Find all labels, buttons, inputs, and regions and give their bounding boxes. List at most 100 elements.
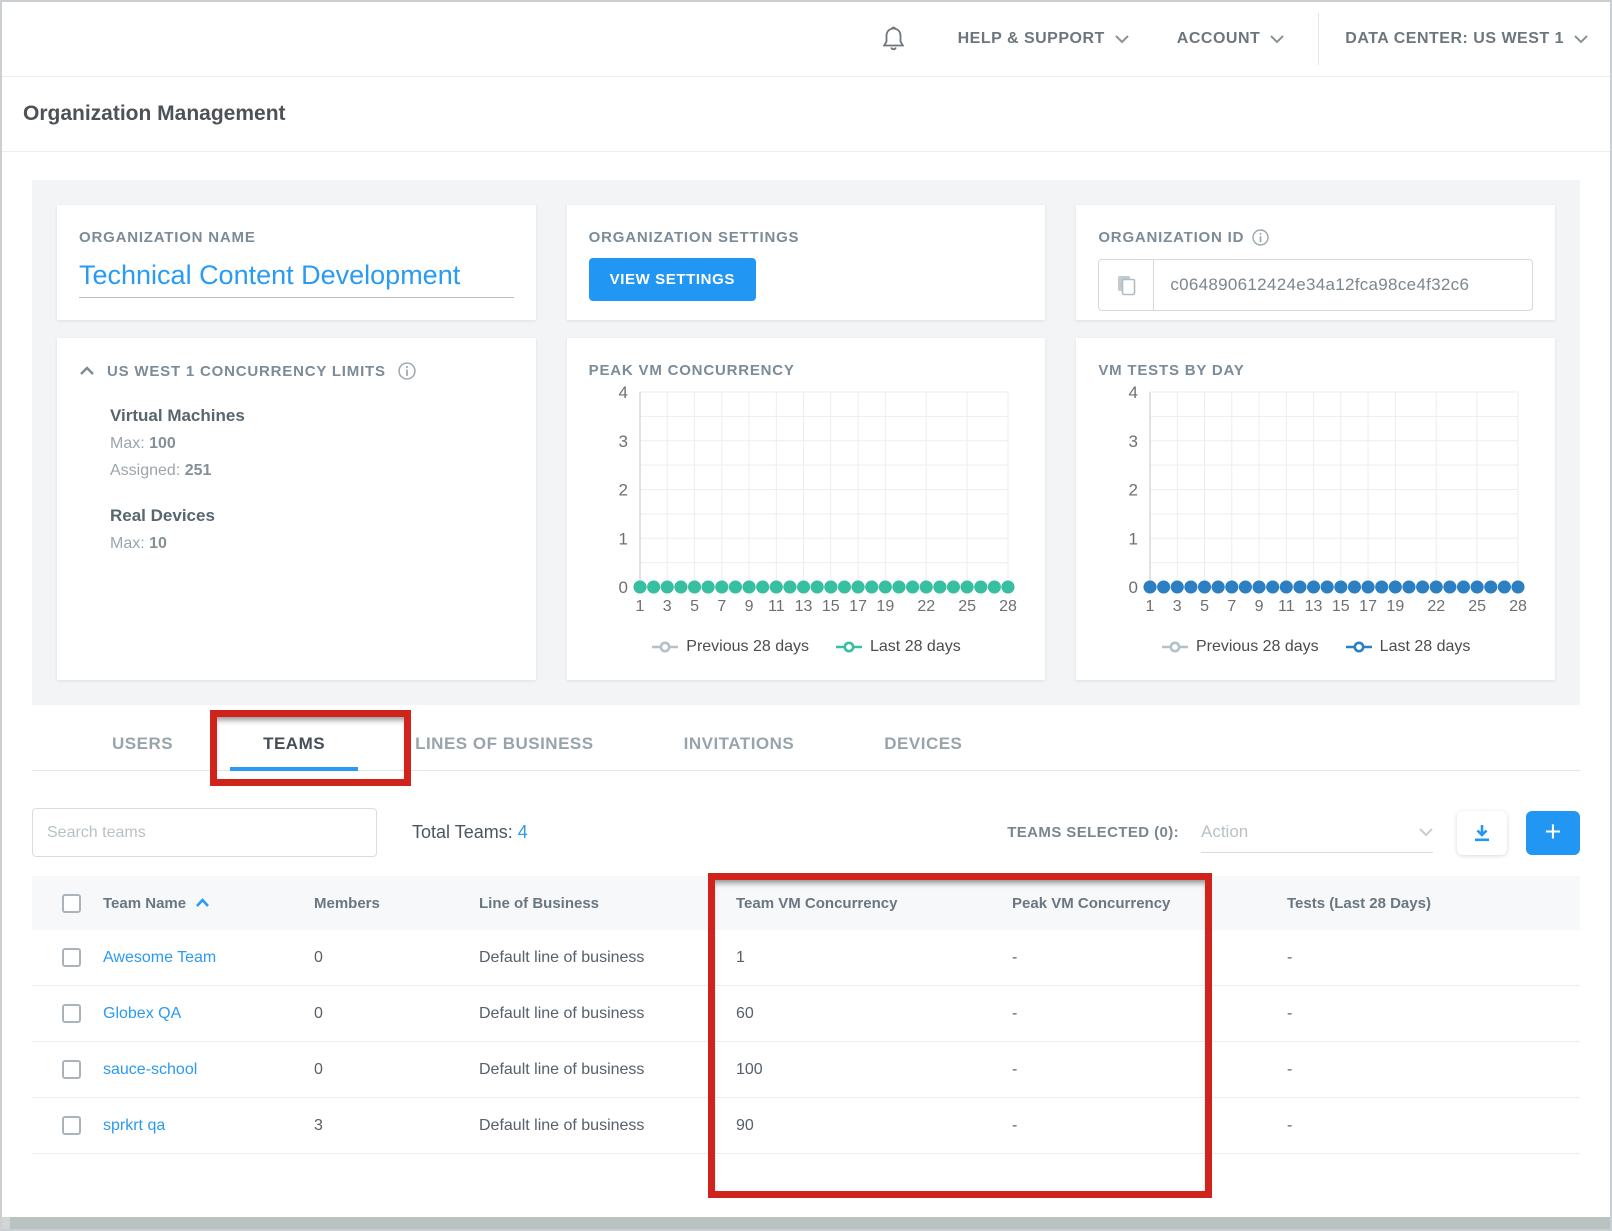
tab-lines-of-business[interactable]: LINES OF BUSINESS: [370, 717, 639, 770]
organization-name-value[interactable]: Technical Content Development: [79, 260, 514, 298]
column-header-team-name[interactable]: Team Name: [103, 895, 314, 912]
select-all-checkbox[interactable]: [62, 894, 81, 913]
organization-settings-label: ORGANIZATION SETTINGS: [589, 229, 1024, 246]
concurrency-value-line: Max: 10: [110, 535, 514, 553]
team-vm-concurrency-cell: 1: [736, 949, 1012, 967]
concurrency-section-heading: Virtual Machines: [110, 406, 514, 426]
tab-invitations[interactable]: INVITATIONS: [639, 717, 840, 770]
svg-text:13: 13: [795, 598, 813, 615]
concurrency-section: Virtual MachinesMax: 100Assigned: 251: [110, 406, 514, 480]
svg-text:5: 5: [1200, 598, 1209, 615]
legend-label: Previous 28 days: [1196, 638, 1319, 656]
column-header-team-vm-concurrency[interactable]: Team VM Concurrency: [736, 895, 1012, 912]
tab-devices[interactable]: DEVICES: [839, 717, 1007, 770]
tab-label: LINES OF BUSINESS: [415, 734, 594, 754]
legend-item[interactable]: Last 28 days: [1345, 638, 1471, 656]
legend-item[interactable]: Last 28 days: [835, 638, 961, 656]
add-team-button[interactable]: +: [1526, 811, 1580, 855]
column-header-members[interactable]: Members: [314, 895, 479, 912]
concurrency-section-heading: Real Devices: [110, 506, 514, 526]
horizontal-scrollbar[interactable]: [2, 1217, 1610, 1229]
search-input[interactable]: [32, 808, 377, 857]
download-icon: [1472, 823, 1492, 843]
svg-text:4: 4: [1128, 383, 1137, 402]
legend-marker-icon: [651, 641, 679, 653]
peak-vm-concurrency-cell: -: [1012, 1117, 1287, 1135]
row-checkbox[interactable]: [62, 1004, 81, 1023]
team-name-link[interactable]: Awesome Team: [103, 949, 216, 966]
row-checkbox[interactable]: [62, 948, 81, 967]
svg-text:1: 1: [1128, 529, 1137, 548]
organization-name-label: ORGANIZATION NAME: [79, 229, 514, 246]
team-name-link[interactable]: sprkrt qa: [103, 1117, 165, 1134]
help-support-menu[interactable]: HELP & SUPPORT: [958, 30, 1129, 48]
account-menu[interactable]: ACCOUNT: [1177, 30, 1285, 48]
info-icon[interactable]: [1252, 229, 1269, 246]
column-header-tests-last-28-days-[interactable]: Tests (Last 28 Days): [1287, 895, 1580, 912]
tab-teams[interactable]: TEAMS: [218, 717, 370, 770]
organization-id-label: ORGANIZATION ID: [1098, 229, 1244, 246]
tab-label: INVITATIONS: [684, 734, 795, 754]
action-dropdown[interactable]: Action: [1201, 813, 1433, 853]
concurrency-limits-card: US WEST 1 CONCURRENCY LIMITS Virtual Mac…: [57, 338, 536, 680]
organization-id-value[interactable]: c064890612424e34a12fca98ce4f32c6: [1154, 260, 1469, 310]
svg-text:19: 19: [876, 598, 894, 615]
column-header-peak-vm-concurrency[interactable]: Peak VM Concurrency: [1012, 895, 1287, 912]
tab-label: TEAMS: [263, 734, 325, 754]
total-teams-label: Total Teams:: [412, 822, 513, 842]
row-checkbox[interactable]: [62, 1060, 81, 1079]
vm-tests-by-day-card: VM TESTS BY DAY 012341357911131517192225…: [1076, 338, 1555, 680]
total-teams-value: 4: [518, 822, 528, 842]
teams-toolbar: Total Teams: 4 TEAMS SELECTED (0): Actio…: [32, 808, 1580, 857]
sort-ascending-icon: [195, 898, 210, 908]
svg-text:1: 1: [636, 598, 645, 615]
collapse-chevron-up-icon[interactable]: [79, 366, 95, 376]
svg-text:1: 1: [619, 529, 628, 548]
vm-tests-by-day-chart: 01234135791113151719222528: [1098, 379, 1533, 636]
column-header-label: Team Name: [103, 895, 186, 912]
peak-vm-concurrency-cell: -: [1012, 1061, 1287, 1079]
team-vm-concurrency-cell: 100: [736, 1061, 1012, 1079]
line-of-business-cell: Default line of business: [479, 1061, 736, 1079]
tests-cell: -: [1287, 1117, 1580, 1135]
organization-id-field: c064890612424e34a12fca98ce4f32c6: [1098, 259, 1533, 311]
teams-selected-label: TEAMS SELECTED (0):: [1007, 824, 1179, 841]
svg-text:7: 7: [717, 598, 726, 615]
column-header-line-of-business[interactable]: Line of Business: [479, 895, 736, 912]
tab-users[interactable]: USERS: [67, 717, 218, 770]
svg-text:17: 17: [849, 598, 867, 615]
organization-panel: ORGANIZATION NAME Technical Content Deve…: [32, 180, 1580, 705]
team-vm-concurrency-cell: 90: [736, 1117, 1012, 1135]
view-settings-button[interactable]: VIEW SETTINGS: [589, 258, 756, 301]
legend-item[interactable]: Previous 28 days: [1161, 638, 1319, 656]
svg-text:13: 13: [1304, 598, 1322, 615]
svg-text:3: 3: [663, 598, 672, 615]
peak-vm-concurrency-card: PEAK VM CONCURRENCY 01234135791113151719…: [567, 338, 1046, 680]
legend-marker-icon: [1161, 641, 1189, 653]
organization-settings-card: ORGANIZATION SETTINGS VIEW SETTINGS: [567, 205, 1046, 320]
chevron-down-icon: [1115, 35, 1129, 44]
legend-label: Last 28 days: [1380, 638, 1471, 656]
copy-icon[interactable]: [1099, 260, 1154, 310]
teams-table: Team Name MembersLine of BusinessTeam VM …: [32, 876, 1580, 1154]
info-icon[interactable]: [398, 362, 416, 380]
legend-item[interactable]: Previous 28 days: [651, 638, 809, 656]
concurrency-limits-title: US WEST 1 CONCURRENCY LIMITS: [107, 363, 386, 380]
vm-tests-by-day-title: VM TESTS BY DAY: [1098, 362, 1533, 379]
members-cell: 3: [314, 1117, 479, 1135]
row-checkbox[interactable]: [62, 1116, 81, 1135]
organization-name-card: ORGANIZATION NAME Technical Content Deve…: [57, 205, 536, 320]
nav-divider: [1318, 13, 1319, 65]
line-of-business-cell: Default line of business: [479, 949, 736, 967]
data-center-menu[interactable]: DATA CENTER: US WEST 1: [1345, 30, 1588, 48]
line-of-business-cell: Default line of business: [479, 1117, 736, 1135]
team-name-link[interactable]: Globex QA: [103, 1005, 181, 1022]
download-button[interactable]: [1457, 811, 1507, 855]
svg-text:9: 9: [1254, 598, 1263, 615]
tab-label: DEVICES: [884, 734, 962, 754]
svg-text:25: 25: [958, 598, 976, 615]
notifications-bell-icon[interactable]: [881, 25, 906, 53]
svg-text:22: 22: [917, 598, 935, 615]
team-name-link[interactable]: sauce-school: [103, 1061, 197, 1078]
chart-legend: Previous 28 days Last 28 days: [1098, 638, 1533, 656]
